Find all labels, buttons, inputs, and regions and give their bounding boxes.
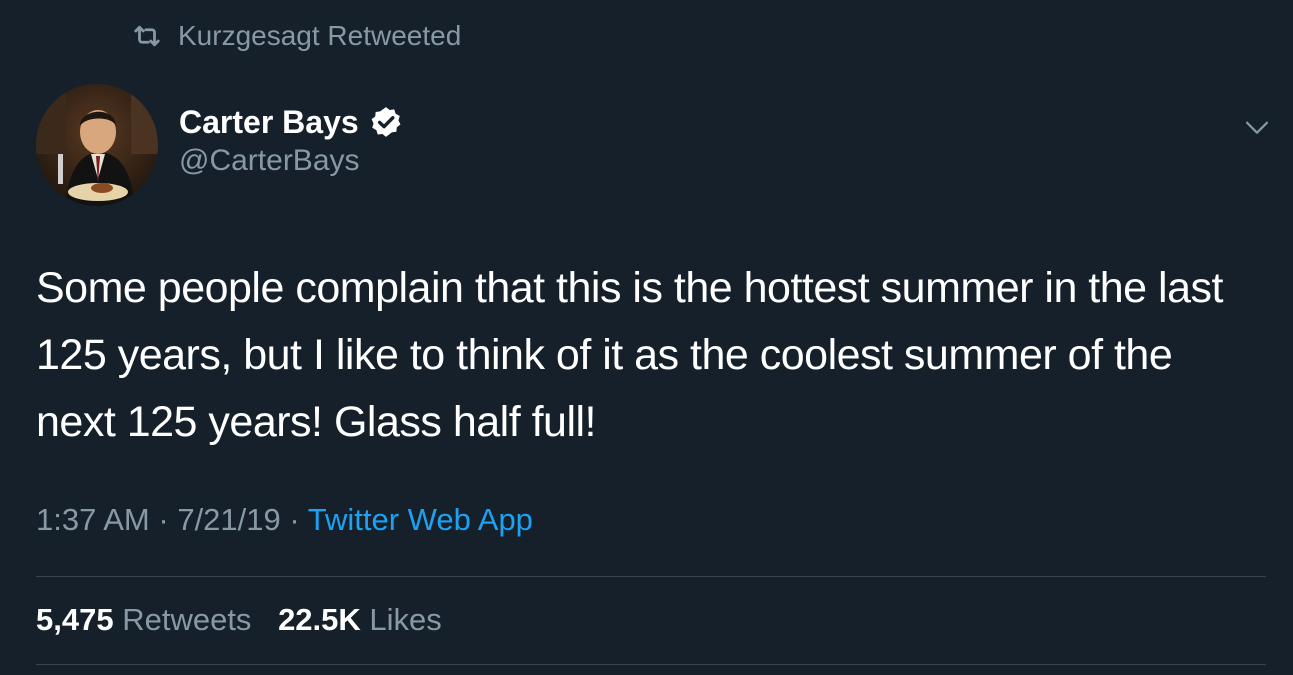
divider <box>36 664 1266 665</box>
retweet-icon <box>132 21 178 51</box>
avatar[interactable] <box>36 84 158 206</box>
retweeted-by-text[interactable]: Kurzgesagt Retweeted <box>178 20 461 52</box>
divider <box>36 576 1266 577</box>
retweets-label: Retweets <box>122 602 252 637</box>
tweet-metadata: 1:37 AM · 7/21/19 · Twitter Web App <box>36 502 533 538</box>
author-handle[interactable]: @CarterBays <box>179 144 360 178</box>
likes-label: Likes <box>369 602 442 637</box>
verified-badge-icon <box>359 105 403 139</box>
meta-separator: · <box>158 502 169 537</box>
likes-count: 22.5K <box>278 602 361 637</box>
tweet-date[interactable]: 7/21/19 <box>177 502 280 537</box>
retweets-stat[interactable]: 5,475 Retweets <box>36 602 260 637</box>
likes-stat[interactable]: 22.5K Likes <box>278 602 442 637</box>
more-options-chevron-down-icon[interactable] <box>1240 110 1274 144</box>
author-display-name[interactable]: Carter Bays <box>179 100 403 144</box>
retweets-count: 5,475 <box>36 602 114 637</box>
meta-separator: · <box>289 502 300 537</box>
retweet-banner[interactable]: Kurzgesagt Retweeted <box>132 18 461 54</box>
tweet-stats: 5,475 Retweets 22.5K Likes <box>36 602 460 638</box>
tweet-time[interactable]: 1:37 AM <box>36 502 150 537</box>
tweet-text: Some people complain that this is the ho… <box>36 264 1223 446</box>
tweet-source-link[interactable]: Twitter Web App <box>308 502 533 537</box>
display-name-text[interactable]: Carter Bays <box>179 104 359 141</box>
